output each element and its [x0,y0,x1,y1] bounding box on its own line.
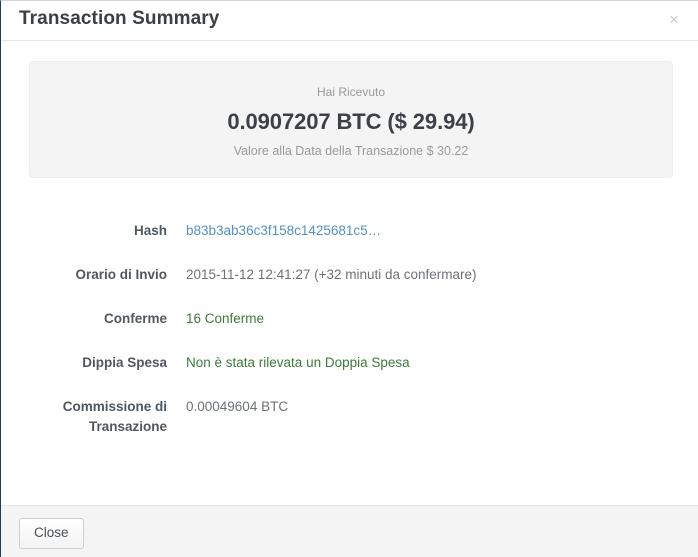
detail-label-hash: Hash [133,223,167,238]
detail-value-hash[interactable]: b83b3ab36c3f158c1425681c5… [167,221,698,241]
page-title: Transaction Summary [19,8,220,29]
detail-value-sent-time: 2015-11-12 12:41:27 (+32 minuti da confe… [186,267,477,282]
detail-label-double-spend: Dippia Spesa [82,355,167,370]
detail-row-double-spend: Dippia Spesa Non è stata rilevata un Dop… [1,353,698,373]
detail-value-confirmations: 16 Conferme [186,311,265,326]
detail-list: Hash b83b3ab36c3f158c1425681c5… Orario d… [1,221,698,461]
transaction-summary-modal: Transaction Summary × Hai Ricevuto 0.090… [0,0,698,557]
detail-label-confirmations: Conferme [103,311,167,326]
summary-amount: 0.0907207 BTC ($ 29.94) [227,109,475,134]
close-icon[interactable]: × [663,9,685,31]
summary-panel: Hai Ricevuto 0.0907207 BTC ($ 29.94) Val… [29,61,673,178]
summary-received-label: Hai Ricevuto [316,85,386,99]
detail-value-transaction-fee: 0.00049604 BTC [186,399,289,414]
detail-label-transaction-fee: Commissione di Transazione [62,399,167,434]
close-button[interactable]: Close [19,518,84,549]
modal-body: Hai Ricevuto 0.0907207 BTC ($ 29.94) Val… [1,41,698,505]
detail-row-confirmations: Conferme 16 Conferme [1,309,698,329]
detail-row-hash: Hash b83b3ab36c3f158c1425681c5… [1,221,698,241]
detail-row-transaction-fee: Commissione di Transazione 0.00049604 BT… [1,397,698,437]
modal-footer: Close [1,505,698,557]
detail-row-sent-time: Orario di Invio 2015-11-12 12:41:27 (+32… [1,265,698,285]
detail-value-double-spend: Non è stata rilevata un Doppia Spesa [186,355,410,370]
detail-label-sent-time: Orario di Invio [75,267,167,282]
summary-value-at-date: Valore alla Data della Transazione $ 30.… [233,144,469,158]
modal-header: Transaction Summary × [1,1,698,41]
